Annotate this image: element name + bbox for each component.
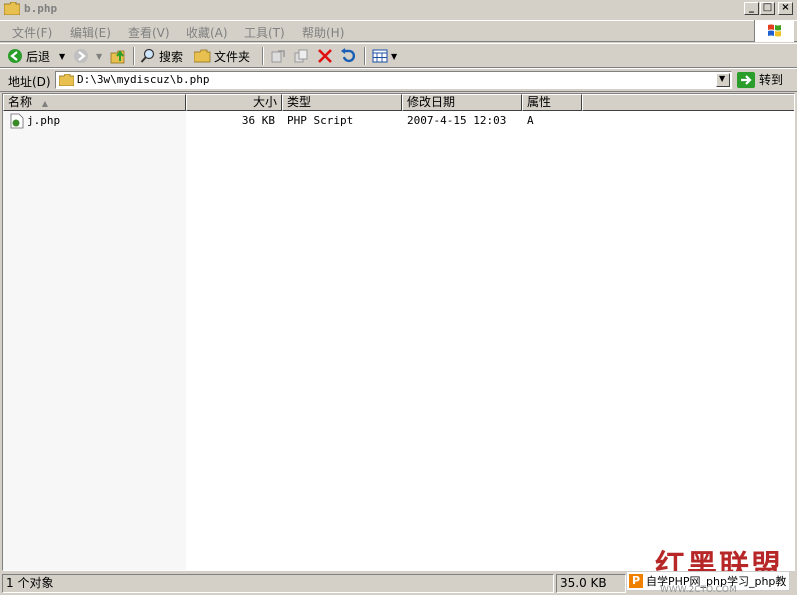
menu-bar: 文件(F) 编辑(E) 查看(V) 收藏(A) 工具(T) 帮助(H) [0,20,797,42]
move-to-button[interactable] [270,47,286,65]
folders-button[interactable]: 文件夹 [194,47,250,65]
status-size-text: 35.0 KB [560,576,607,590]
search-label: 搜索 [159,49,184,64]
copy-to-button[interactable] [293,47,309,65]
views-grid-icon [372,49,388,63]
column-size-label: 大小 [252,95,277,109]
folder-icon [194,49,211,63]
menu-view[interactable]: 查看(V) [128,24,170,41]
file-size: 36 KB [241,114,275,127]
toolbar-separator [133,47,135,65]
search-button[interactable]: 搜索 [140,47,183,65]
watermark-url: WWW.2CTO.COM [660,585,737,595]
minimize-button[interactable]: _ [744,2,759,15]
menu-help[interactable]: 帮助(H) [302,24,344,41]
menu-edit[interactable]: 编辑(E) [70,24,111,41]
copy-to-icon [294,49,308,63]
go-button[interactable]: 转到 [737,71,783,88]
go-arrow-icon [737,71,755,88]
list-header: 名称 ▲ 大小 类型 修改日期 属性 [3,94,794,111]
move-to-icon [271,50,285,63]
column-header-name[interactable]: 名称 ▲ [3,94,186,111]
chevron-down-icon[interactable]: ▼ [391,52,397,61]
forward-arrow-icon [74,49,88,63]
folder-icon [4,2,20,15]
column-attributes-label: 属性 [527,95,552,109]
chevron-down-icon: ▼ [719,74,726,83]
column-type-label: 类型 [287,95,312,109]
chevron-down-icon[interactable]: ▼ [59,52,65,61]
maximize-button[interactable]: □ [760,2,775,15]
watermark-p-icon: P [629,574,643,588]
address-label: 地址(D) [8,75,51,89]
undo-button[interactable] [340,47,356,65]
close-button[interactable]: × [778,2,793,15]
back-label: 后退 [26,49,51,64]
address-bar: 地址(D) D:\3w\mydiscuz\b.php ▼ 转到 [0,68,797,92]
status-count-text: 1 个对象 [6,576,54,590]
menu-tools[interactable]: 工具(T) [244,24,285,41]
file-list[interactable]: 名称 ▲ 大小 类型 修改日期 属性 j.php 36 KB PHP Scrip… [2,93,795,571]
table-row[interactable]: j.php 36 KB PHP Script 2007-4-15 12:03 A [3,113,794,129]
toolbar: 后退 ▼ ▼ 搜索 文件夹 ▼ [0,43,797,68]
toolbar-separator [262,47,264,65]
folders-label: 文件夹 [214,49,251,64]
address-value: D:\3w\mydiscuz\b.php [77,73,210,86]
status-size: 35.0 KB [556,574,626,593]
column-name-label: 名称 [8,95,33,109]
back-button[interactable]: 后退 ▼ [7,47,65,65]
chevron-down-icon[interactable]: ▼ [96,52,102,61]
address-input[interactable]: D:\3w\mydiscuz\b.php ▼ [55,71,732,89]
windows-flag-icon [768,24,781,37]
menu-file[interactable]: 文件(F) [12,24,52,41]
explorer-window: b.php _ □ × 文件(F) 编辑(E) 查看(V) 收藏(A) 工具(T… [0,0,797,595]
file-attributes: A [527,114,534,127]
delete-button[interactable] [317,47,333,65]
status-object-count: 1 个对象 [2,574,554,593]
php-file-icon [10,113,24,129]
column-header-modified[interactable]: 修改日期 [402,94,522,111]
address-dropdown-button[interactable]: ▼ [716,73,730,87]
up-folder-button[interactable] [110,47,128,65]
toolbar-separator [364,47,366,65]
go-label: 转到 [759,73,784,87]
windows-logo [754,20,794,42]
back-arrow-icon [8,49,22,63]
column-header-type[interactable]: 类型 [282,94,402,111]
name-column-highlight [3,111,186,570]
file-modified: 2007-4-15 12:03 [407,114,507,127]
folder-icon [59,74,74,86]
title-bar[interactable]: b.php _ □ × [0,0,797,18]
column-modified-label: 修改日期 [407,95,456,109]
column-header-empty [582,94,794,111]
views-button[interactable]: ▼ [372,47,397,65]
menu-favorites[interactable]: 收藏(A) [186,24,228,41]
column-header-size[interactable]: 大小 [186,94,282,111]
forward-button[interactable]: ▼ [73,47,102,65]
file-name: j.php [27,114,61,127]
sort-ascending-icon: ▲ [41,99,48,108]
file-type: PHP Script [287,114,354,127]
window-title: b.php [24,2,58,15]
undo-icon [341,48,356,63]
delete-x-icon [318,49,332,63]
up-folder-icon [110,50,125,64]
column-header-attributes[interactable]: 属性 [522,94,582,111]
search-icon [140,48,155,63]
